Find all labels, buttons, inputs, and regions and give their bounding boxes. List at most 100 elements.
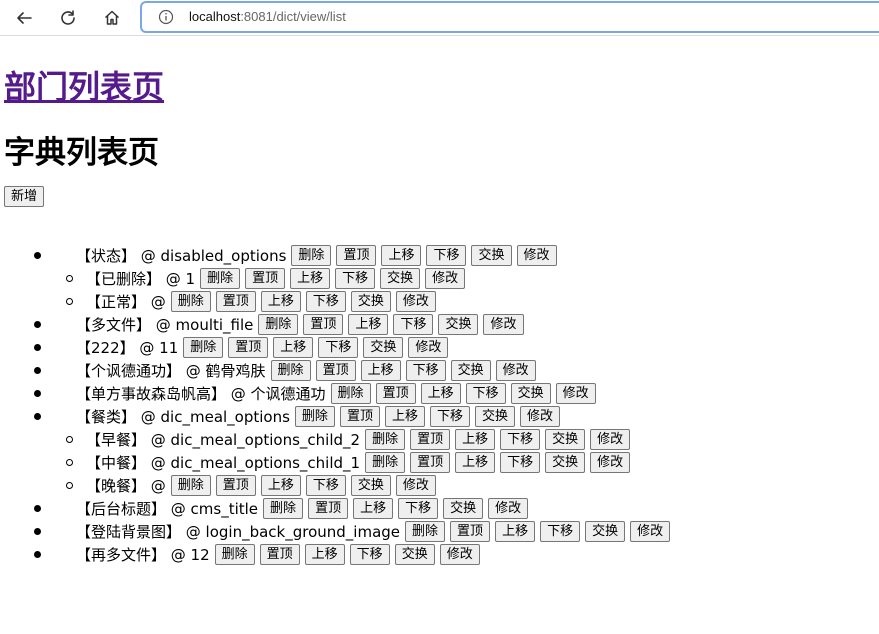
edit-button[interactable]: 修改 — [590, 452, 631, 473]
move-down-button[interactable]: 下移 — [500, 452, 541, 473]
pin-top-button[interactable]: 置顶 — [410, 452, 451, 473]
pin-top-button[interactable]: 置顶 — [315, 360, 356, 381]
move-up-button[interactable]: 上移 — [290, 268, 331, 289]
pin-top-button[interactable]: 置顶 — [259, 544, 300, 565]
move-down-button[interactable]: 下移 — [318, 337, 359, 358]
list-item: 【后台标题】 @ cms_title 删除 置顶 上移 下移 交换 修改 — [76, 497, 529, 520]
pin-top-button[interactable]: 置顶 — [215, 475, 256, 496]
list-item-label: 【正常】 @ — [86, 293, 166, 311]
swap-button[interactable]: 交换 — [545, 452, 586, 473]
swap-button[interactable]: 交换 — [363, 337, 404, 358]
move-up-button[interactable]: 上移 — [348, 314, 389, 335]
home-button[interactable] — [97, 3, 127, 33]
move-up-button[interactable]: 上移 — [455, 429, 496, 450]
swap-button[interactable]: 交换 — [545, 429, 586, 450]
browser-toolbar: localhost:8081/dict/view/list — [0, 0, 879, 36]
move-down-button[interactable]: 下移 — [305, 475, 346, 496]
pin-top-button[interactable]: 置顶 — [339, 406, 380, 427]
edit-button[interactable]: 修改 — [439, 544, 480, 565]
pin-top-button[interactable]: 置顶 — [303, 314, 344, 335]
move-up-button[interactable]: 上移 — [381, 245, 422, 266]
move-down-button[interactable]: 下移 — [335, 268, 376, 289]
url-host: localhost — [189, 9, 241, 24]
swap-button[interactable]: 交换 — [443, 498, 484, 519]
back-button[interactable] — [9, 3, 39, 33]
delete-button[interactable]: 删除 — [200, 268, 241, 289]
edit-button[interactable]: 修改 — [630, 521, 671, 542]
move-down-button[interactable]: 下移 — [465, 383, 506, 404]
edit-button[interactable]: 修改 — [395, 291, 436, 312]
list-item-label: 【登陆背景图】 @ login_back_ground_image — [76, 523, 401, 541]
pin-top-button[interactable]: 置顶 — [245, 268, 286, 289]
list-item-label: 【早餐】 @ dic_meal_options_child_2 — [86, 431, 361, 449]
swap-button[interactable]: 交换 — [350, 475, 391, 496]
move-up-button[interactable]: 上移 — [353, 498, 394, 519]
edit-button[interactable]: 修改 — [408, 337, 449, 358]
delete-button[interactable]: 删除 — [291, 245, 332, 266]
swap-button[interactable]: 交换 — [450, 360, 491, 381]
move-up-button[interactable]: 上移 — [384, 406, 425, 427]
edit-button[interactable]: 修改 — [395, 475, 436, 496]
delete-button[interactable]: 删除 — [330, 383, 371, 404]
swap-button[interactable]: 交换 — [510, 383, 551, 404]
delete-button[interactable]: 删除 — [405, 521, 446, 542]
edit-button[interactable]: 修改 — [483, 314, 524, 335]
list-bullet — [34, 344, 41, 351]
delete-button[interactable]: 删除 — [258, 314, 299, 335]
move-down-button[interactable]: 下移 — [426, 245, 467, 266]
pin-top-button[interactable]: 置顶 — [410, 429, 451, 450]
delete-button[interactable]: 删除 — [170, 475, 211, 496]
list-bullet — [34, 390, 41, 397]
move-down-button[interactable]: 下移 — [349, 544, 390, 565]
swap-button[interactable]: 交换 — [380, 268, 421, 289]
pin-top-button[interactable]: 置顶 — [215, 291, 256, 312]
move-up-button[interactable]: 上移 — [273, 337, 314, 358]
move-up-button[interactable]: 上移 — [260, 475, 301, 496]
delete-button[interactable]: 删除 — [294, 406, 335, 427]
move-down-button[interactable]: 下移 — [429, 406, 470, 427]
pin-top-button[interactable]: 置顶 — [450, 521, 491, 542]
reload-icon — [61, 10, 75, 25]
move-up-button[interactable]: 上移 — [455, 452, 496, 473]
move-down-button[interactable]: 下移 — [540, 521, 581, 542]
swap-button[interactable]: 交换 — [471, 245, 512, 266]
move-up-button[interactable]: 上移 — [304, 544, 345, 565]
edit-button[interactable]: 修改 — [520, 406, 561, 427]
move-up-button[interactable]: 上移 — [420, 383, 461, 404]
delete-button[interactable]: 删除 — [365, 452, 406, 473]
delete-button[interactable]: 删除 — [170, 291, 211, 312]
pin-top-button[interactable]: 置顶 — [308, 498, 349, 519]
delete-button[interactable]: 删除 — [270, 360, 311, 381]
pin-top-button[interactable]: 置顶 — [336, 245, 377, 266]
edit-button[interactable]: 修改 — [425, 268, 466, 289]
edit-button[interactable]: 修改 — [488, 498, 529, 519]
address-bar[interactable]: localhost:8081/dict/view/list — [140, 1, 879, 33]
move-down-button[interactable]: 下移 — [305, 291, 346, 312]
move-down-button[interactable]: 下移 — [405, 360, 446, 381]
edit-button[interactable]: 修改 — [555, 383, 596, 404]
delete-button[interactable]: 删除 — [214, 544, 255, 565]
move-up-button[interactable]: 上移 — [495, 521, 536, 542]
move-down-button[interactable]: 下移 — [393, 314, 434, 335]
move-up-button[interactable]: 上移 — [260, 291, 301, 312]
swap-button[interactable]: 交换 — [438, 314, 479, 335]
edit-button[interactable]: 修改 — [495, 360, 536, 381]
delete-button[interactable]: 删除 — [183, 337, 224, 358]
move-down-button[interactable]: 下移 — [398, 498, 439, 519]
delete-button[interactable]: 删除 — [365, 429, 406, 450]
info-icon[interactable] — [158, 9, 174, 25]
move-down-button[interactable]: 下移 — [500, 429, 541, 450]
edit-button[interactable]: 修改 — [590, 429, 631, 450]
swap-button[interactable]: 交换 — [474, 406, 515, 427]
swap-button[interactable]: 交换 — [350, 291, 391, 312]
pin-top-button[interactable]: 置顶 — [228, 337, 269, 358]
edit-button[interactable]: 修改 — [516, 245, 557, 266]
swap-button[interactable]: 交换 — [585, 521, 626, 542]
move-up-button[interactable]: 上移 — [360, 360, 401, 381]
list-bullet — [34, 321, 41, 328]
list-item: 【再多文件】 @ 12 删除 置顶 上移 下移 交换 修改 — [76, 543, 480, 566]
delete-button[interactable]: 删除 — [263, 498, 304, 519]
swap-button[interactable]: 交换 — [394, 544, 435, 565]
reload-button[interactable] — [53, 3, 83, 33]
pin-top-button[interactable]: 置顶 — [375, 383, 416, 404]
